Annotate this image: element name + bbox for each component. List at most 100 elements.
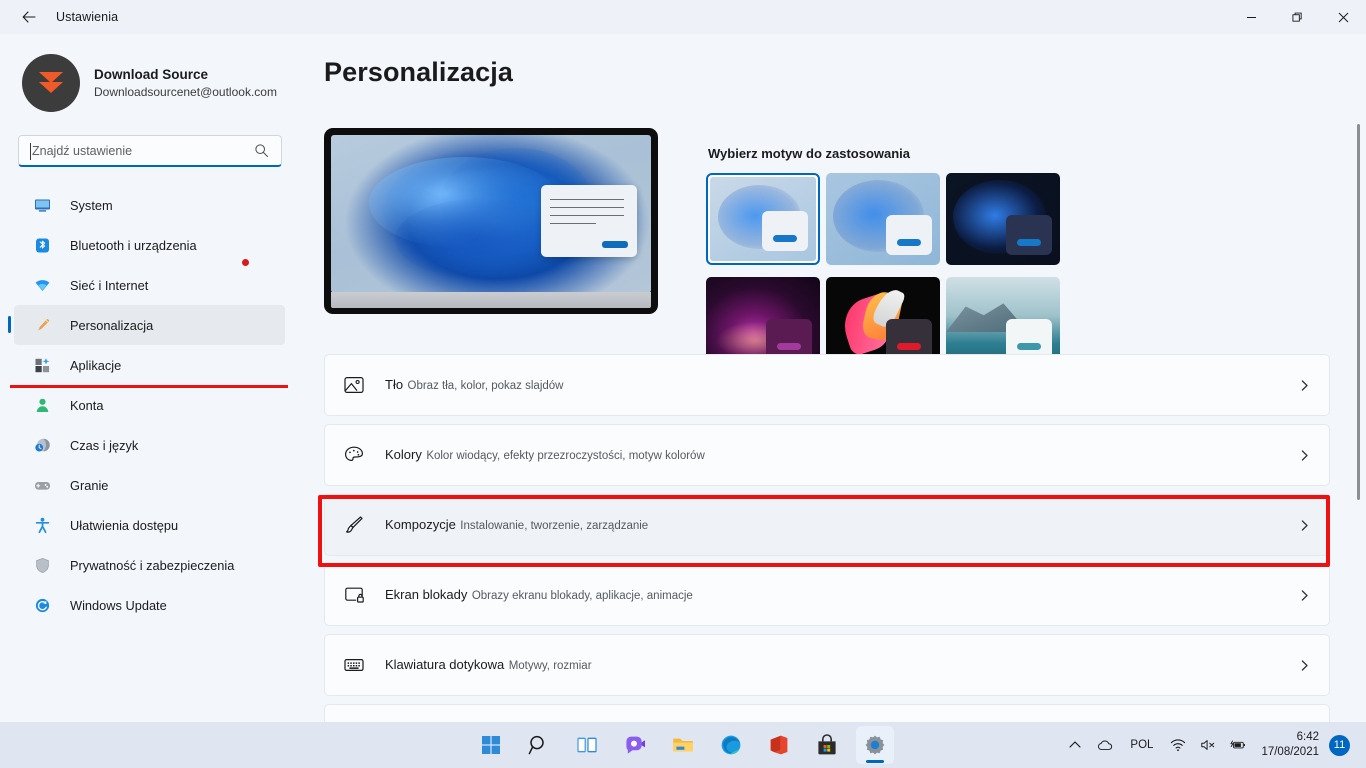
language-indicator[interactable]: POL xyxy=(1120,739,1163,751)
chevron-up-icon xyxy=(1069,741,1082,748)
clock-time: 6:42 xyxy=(1296,731,1319,743)
chevron-right-icon xyxy=(1298,589,1311,602)
settings-item-subtitle: Instalowanie, tworzenie, zarządzanie xyxy=(460,520,649,532)
task-view-button[interactable] xyxy=(568,726,606,764)
search-box[interactable] xyxy=(18,135,282,167)
settings-item-colors[interactable]: Kolory Kolor wiodący, efekty przezroczys… xyxy=(324,424,1330,486)
sidebar-item-label: Personalizacja xyxy=(70,317,154,333)
sidebar-item-network[interactable]: Sieć i Internet xyxy=(14,259,285,305)
gamepad-icon xyxy=(32,475,52,495)
minimize-button[interactable] xyxy=(1228,0,1274,34)
settings-item-themes[interactable]: Kompozycje Instalowanie, tworzenie, zarz… xyxy=(324,494,1330,556)
settings-item-text: Tło Obraz tła, kolor, pokaz slajdów xyxy=(385,375,563,395)
theme-option-windows-light[interactable] xyxy=(706,173,820,265)
settings-item-text: Kompozycje Instalowanie, tworzenie, zarz… xyxy=(385,515,648,535)
account-email: Downloadsourcenet@outlook.com xyxy=(94,84,277,99)
sidebar-item-personalization[interactable]: Personalizacja xyxy=(8,305,285,345)
theme-option-windows-light-2[interactable] xyxy=(826,173,940,265)
chat-button[interactable] xyxy=(616,726,654,764)
close-button[interactable] xyxy=(1320,0,1366,34)
office-icon xyxy=(770,735,788,755)
theme-option-windows-dark[interactable] xyxy=(946,173,1060,265)
file-explorer-button[interactable] xyxy=(664,726,702,764)
settings-taskbar-button[interactable] xyxy=(856,726,894,764)
battery-button[interactable] xyxy=(1223,725,1253,765)
preview-wallpaper xyxy=(331,135,651,293)
clock-globe-icon xyxy=(32,435,52,455)
bluetooth-icon xyxy=(32,235,52,255)
lockscreen-icon xyxy=(339,580,369,610)
paintbrush-icon xyxy=(339,510,369,540)
title-bar: Ustawienia xyxy=(0,0,1366,34)
apps-icon xyxy=(32,355,52,375)
task-view-icon xyxy=(577,737,597,753)
sidebar-item-privacy[interactable]: Prywatność i zabezpieczenia xyxy=(14,545,285,585)
system-tray: POL 6:42 17/08/2021 11 xyxy=(1060,722,1366,768)
edge-icon xyxy=(721,735,741,755)
window-title: Ustawienia xyxy=(56,10,119,24)
settings-list: Tło Obraz tła, kolor, pokaz slajdów Kolo… xyxy=(324,354,1330,734)
picture-icon xyxy=(339,370,369,400)
palette-icon xyxy=(339,440,369,470)
settings-item-title: Kolory xyxy=(385,447,422,462)
tray-expand-button[interactable] xyxy=(1060,725,1090,765)
search-icon xyxy=(254,143,269,158)
page-title: Personalizacja xyxy=(324,57,514,87)
sidebar-nav: System Bluetooth i urządzenia Sieć i Int… xyxy=(0,185,300,625)
sidebar-item-apps[interactable]: Aplikacje xyxy=(14,345,285,385)
sidebar-item-windows-update[interactable]: Windows Update xyxy=(14,585,285,625)
settings-item-title: Kompozycje xyxy=(385,517,456,532)
sidebar-item-label: Aplikacje xyxy=(70,357,122,373)
settings-item-title: Ekran blokady xyxy=(385,587,468,602)
edge-button[interactable] xyxy=(712,726,750,764)
start-button[interactable] xyxy=(472,726,510,764)
window-controls xyxy=(1228,0,1366,34)
sidebar-item-label: Windows Update xyxy=(70,597,167,613)
back-button[interactable] xyxy=(12,2,46,32)
sidebar: Download Source Downloadsourcenet@outloo… xyxy=(0,34,300,734)
taskbar-search-button[interactable] xyxy=(520,726,558,764)
notification-badge[interactable]: 11 xyxy=(1329,734,1350,756)
sidebar-item-accounts[interactable]: Konta xyxy=(14,385,285,425)
chevron-right-icon xyxy=(1298,519,1311,532)
keyboard-icon xyxy=(339,650,369,680)
account-text: Download Source Downloadsourcenet@outloo… xyxy=(94,66,277,101)
account-section[interactable]: Download Source Downloadsourcenet@outloo… xyxy=(0,34,300,112)
settings-item-lock-screen[interactable]: Ekran blokady Obrazy ekranu blokady, apl… xyxy=(324,564,1330,626)
sidebar-item-label: Bluetooth i urządzenia xyxy=(70,237,197,253)
office-button[interactable] xyxy=(760,726,798,764)
settings-item-subtitle: Kolor wiodący, efekty przezroczystości, … xyxy=(426,450,705,462)
volume-button[interactable] xyxy=(1193,725,1223,765)
sidebar-item-accessibility[interactable]: Ułatwienia dostępu xyxy=(14,505,285,545)
settings-item-subtitle: Obraz tła, kolor, pokaz slajdów xyxy=(407,380,564,392)
settings-item-subtitle: Obrazy ekranu blokady, aplikacje, animac… xyxy=(471,590,693,602)
settings-item-background[interactable]: Tło Obraz tła, kolor, pokaz slajdów xyxy=(324,354,1330,416)
accessibility-icon xyxy=(32,515,52,535)
battery-charging-icon xyxy=(1230,740,1246,749)
microsoft-store-button[interactable] xyxy=(808,726,846,764)
start-icon xyxy=(482,736,500,754)
settings-item-text: Klawiatura dotykowa Motywy, rozmiar xyxy=(385,655,592,675)
onedrive-button[interactable] xyxy=(1090,725,1120,765)
clock[interactable]: 6:42 17/08/2021 xyxy=(1253,730,1329,760)
download-source-logo-icon xyxy=(39,72,63,93)
chevron-right-icon xyxy=(1298,659,1311,672)
file-explorer-icon xyxy=(673,738,693,752)
network-button[interactable] xyxy=(1163,725,1193,765)
search-input[interactable] xyxy=(32,143,237,158)
vertical-scrollbar[interactable] xyxy=(1357,124,1360,500)
sidebar-item-time-language[interactable]: Czas i język xyxy=(14,425,285,465)
chat-icon xyxy=(626,736,645,754)
monitor-base xyxy=(331,292,651,308)
sidebar-item-gaming[interactable]: Granie xyxy=(14,465,285,505)
settings-item-text: Kolory Kolor wiodący, efekty przezroczys… xyxy=(385,445,705,465)
monitor-icon xyxy=(32,195,52,215)
restore-button[interactable] xyxy=(1274,0,1320,34)
minimize-icon xyxy=(1246,16,1256,18)
taskbar: POL 6:42 17/08/2021 11 xyxy=(0,722,1366,768)
sidebar-item-system[interactable]: System xyxy=(14,185,285,225)
settings-item-title: Klawiatura dotykowa xyxy=(385,657,505,672)
settings-item-touch-keyboard[interactable]: Klawiatura dotykowa Motywy, rozmiar xyxy=(324,634,1330,696)
settings-icon xyxy=(865,735,885,755)
sidebar-item-label: System xyxy=(70,197,113,213)
